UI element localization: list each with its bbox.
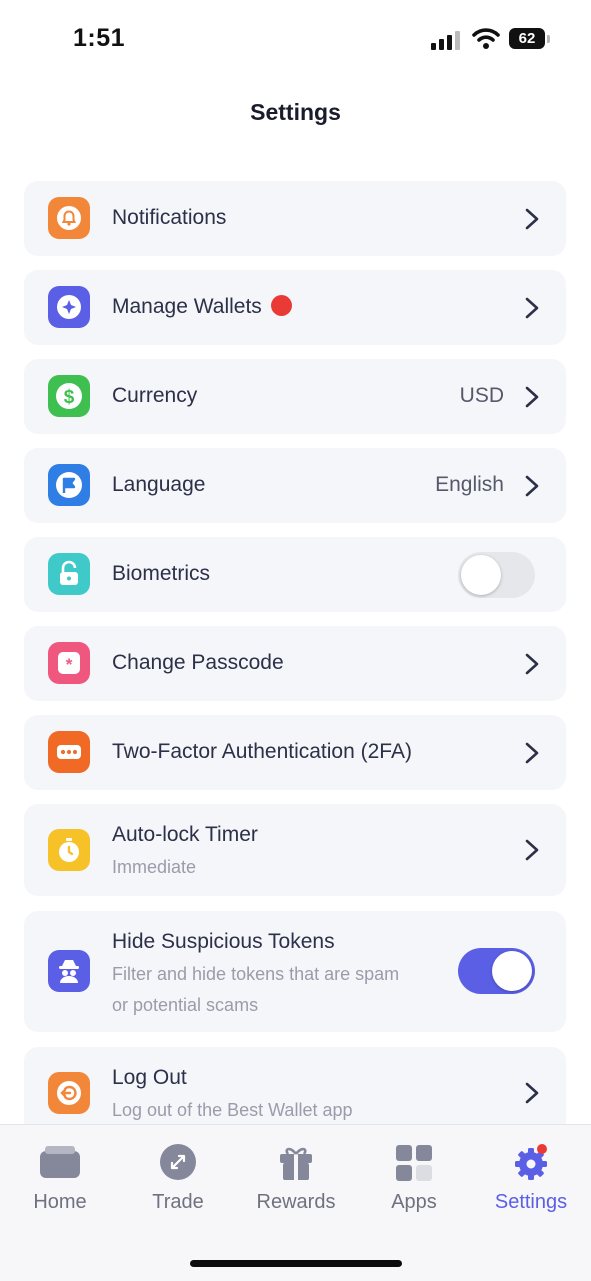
svg-text:*: * <box>66 655 73 674</box>
grid-icon <box>396 1145 432 1181</box>
logout-icon <box>48 1072 90 1114</box>
notification-badge <box>270 295 292 316</box>
dots-icon <box>48 731 90 773</box>
row-label-text: Manage Wallets <box>112 295 262 318</box>
row-value: English <box>435 473 504 496</box>
row-label: Change Passcode <box>112 651 284 674</box>
wallet-icon <box>48 286 90 328</box>
hide-suspicious-toggle[interactable] <box>458 948 535 994</box>
row-label: Manage Wallets <box>112 295 292 319</box>
tab-label: Settings <box>494 1191 568 1213</box>
home-indicator[interactable] <box>190 1260 402 1267</box>
tab-apps[interactable]: Apps <box>355 1125 473 1225</box>
wifi-icon <box>472 26 500 50</box>
tab-trade[interactable]: Trade <box>119 1125 237 1225</box>
row-subtitle-line1: Filter and hide tokens that are spam <box>112 964 400 984</box>
row-subtitle: Immediate <box>112 857 197 877</box>
bell-icon <box>48 197 90 239</box>
spy-icon <box>48 950 90 992</box>
settings-row-currency[interactable]: $ Currency USD <box>24 359 566 434</box>
row-label: Auto-lock Timer <box>112 823 258 846</box>
status-time: 1:51 <box>73 24 126 52</box>
toggle-knob <box>461 555 501 595</box>
tab-label: Home <box>33 1191 87 1213</box>
settings-row-language[interactable]: Language English <box>24 448 566 523</box>
settings-row-change-passcode[interactable]: * Change Passcode <box>24 626 566 701</box>
row-subtitle: Log out of the Best Wallet app <box>112 1100 353 1120</box>
tab-label: Trade <box>152 1191 204 1213</box>
status-bar: 1:51 62 <box>0 0 591 80</box>
settings-row-notifications[interactable]: Notifications <box>24 181 566 256</box>
gear-icon <box>515 1144 547 1180</box>
biometrics-toggle[interactable] <box>458 552 535 598</box>
unlock-icon <box>48 553 90 595</box>
chevron-right-icon <box>525 475 539 497</box>
row-label: Biometrics <box>112 562 211 585</box>
timer-icon <box>48 829 90 871</box>
chevron-right-icon <box>525 386 539 408</box>
chevron-right-icon <box>525 839 539 861</box>
battery-icon: 62 <box>509 28 545 49</box>
card-icon <box>40 1146 80 1178</box>
settings-row-hide-suspicious: Hide Suspicious Tokens Filter and hide t… <box>24 911 566 1032</box>
bottom-tab-bar: Home Trade Rewards Apps Settings <box>0 1124 591 1281</box>
tab-settings[interactable]: Settings <box>472 1125 590 1225</box>
battery-tip <box>547 35 550 43</box>
tab-home[interactable]: Home <box>1 1125 119 1225</box>
settings-row-biometrics: Biometrics <box>24 537 566 612</box>
tab-rewards[interactable]: Rewards <box>237 1125 355 1225</box>
row-label: Notifications <box>112 206 227 229</box>
flag-icon <box>48 464 90 506</box>
settings-row-manage-wallets[interactable]: Manage Wallets <box>24 270 566 345</box>
row-label: Language <box>112 473 206 496</box>
row-label: Two-Factor Authentication (2FA) <box>112 740 412 763</box>
tab-label: Apps <box>391 1191 437 1213</box>
row-label: Currency <box>112 384 198 407</box>
asterisk-icon: * <box>48 642 90 684</box>
tab-label: Rewards <box>256 1191 336 1213</box>
chevron-right-icon <box>525 653 539 675</box>
row-label: Log Out <box>112 1066 187 1089</box>
chevron-right-icon <box>525 1082 539 1104</box>
row-label: Hide Suspicious Tokens <box>112 930 335 953</box>
row-value: USD <box>459 384 504 407</box>
page-title: Settings <box>250 99 341 125</box>
svg-text:$: $ <box>64 387 75 408</box>
chevron-right-icon <box>525 742 539 764</box>
gift-icon <box>280 1147 312 1180</box>
arrows-icon <box>160 1144 196 1180</box>
dollar-icon: $ <box>48 375 90 417</box>
chevron-right-icon <box>525 297 539 319</box>
toggle-knob <box>492 951 532 991</box>
chevron-right-icon <box>525 208 539 230</box>
settings-row-two-factor[interactable]: Two-Factor Authentication (2FA) <box>24 715 566 790</box>
settings-row-auto-lock[interactable]: Auto-lock Timer Immediate <box>24 804 566 896</box>
signal-icon <box>431 30 463 50</box>
row-subtitle-line2: or potential scams <box>112 995 259 1015</box>
